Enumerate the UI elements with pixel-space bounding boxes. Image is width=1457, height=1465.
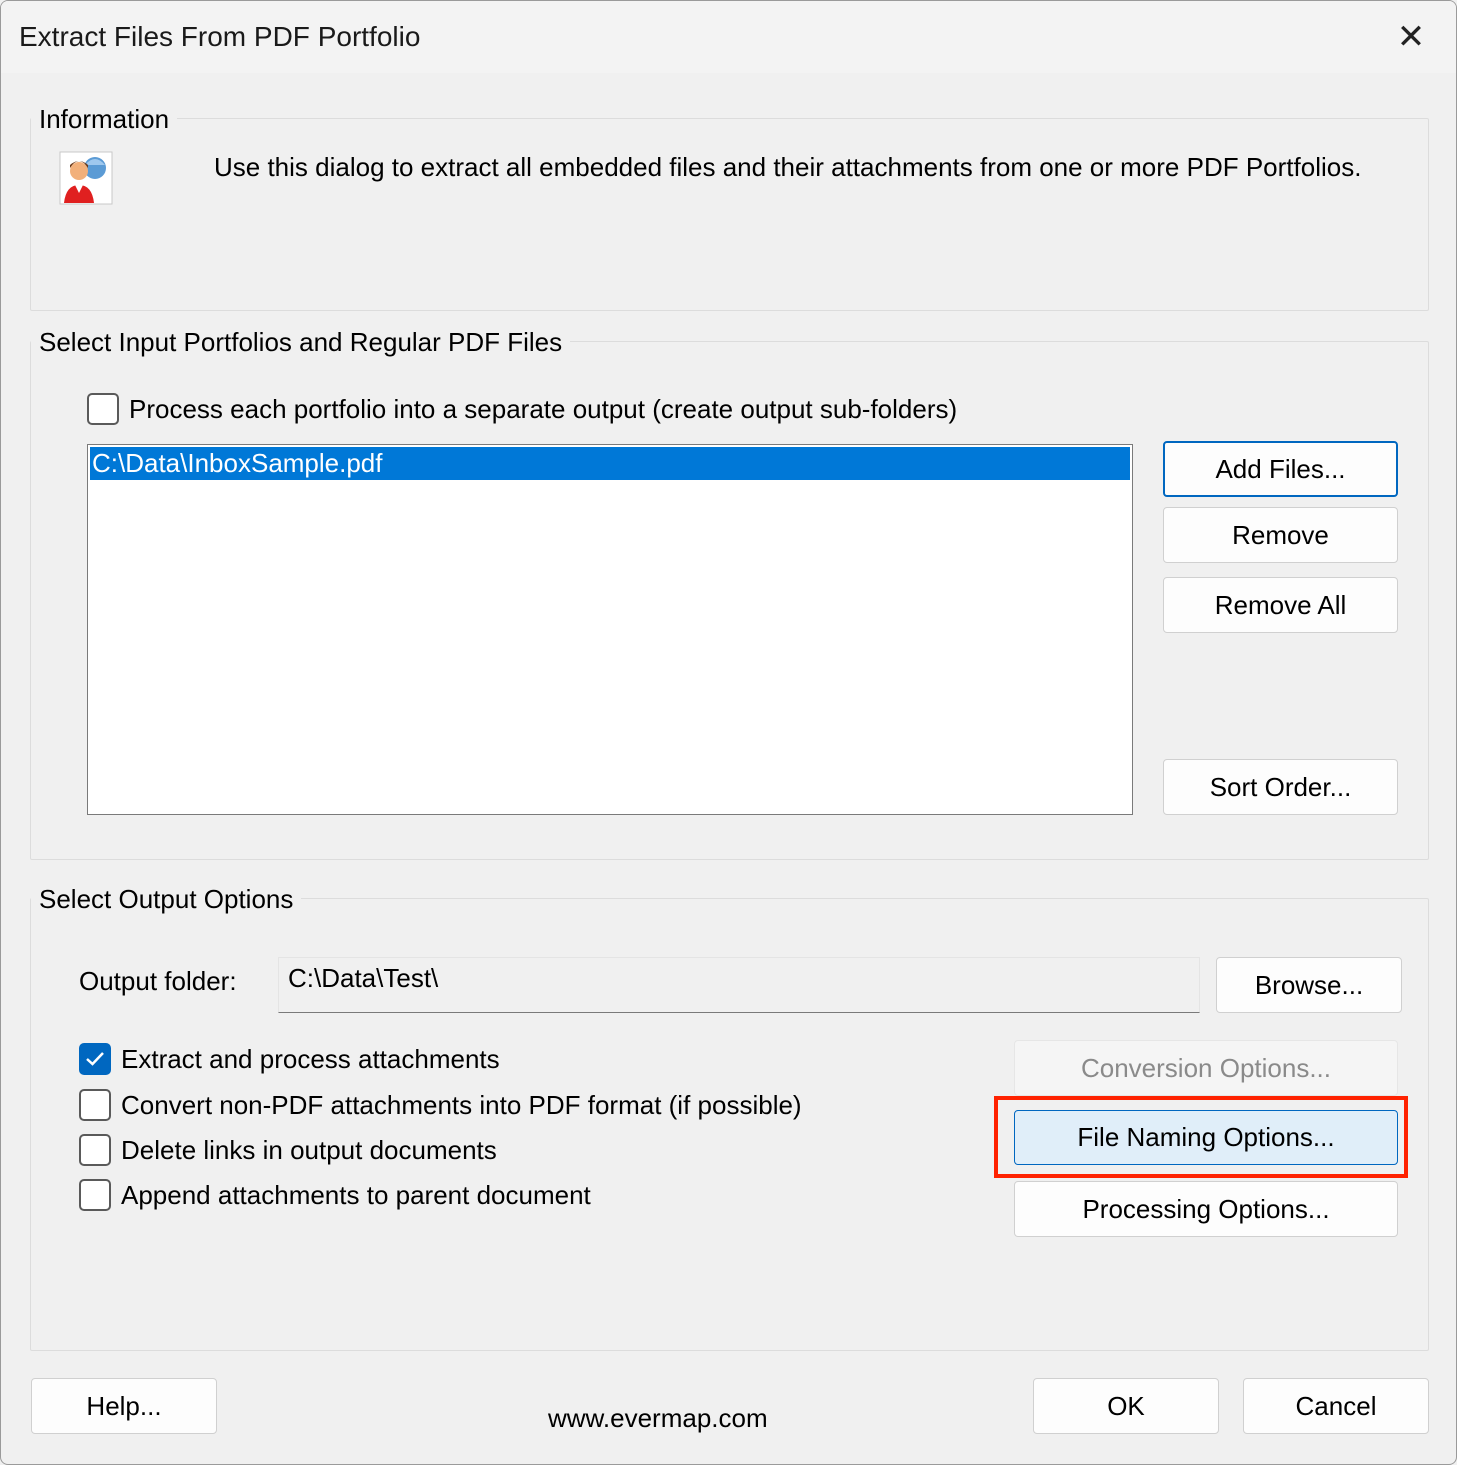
close-icon: ✕ (1396, 18, 1426, 56)
convert-non-pdf-checkbox[interactable]: Convert non-PDF attachments into PDF for… (79, 1089, 802, 1121)
input-files-list[interactable]: C:\Data\InboxSample.pdf (87, 444, 1133, 815)
extract-files-dialog: Extract Files From PDF Portfolio ✕ Infor… (0, 0, 1457, 1465)
separate-output-checkbox-box[interactable] (87, 393, 119, 425)
highlight-rectangle (994, 1096, 1408, 1178)
title-bar: Extract Files From PDF Portfolio ✕ (1, 1, 1456, 73)
remove-button[interactable]: Remove (1163, 507, 1398, 563)
ok-button[interactable]: OK (1033, 1378, 1219, 1434)
add-files-button[interactable]: Add Files... (1163, 441, 1398, 497)
output-group-label: Select Output Options (31, 884, 302, 915)
cancel-button[interactable]: Cancel (1243, 1378, 1429, 1434)
conversion-options-button[interactable]: Conversion Options... (1014, 1040, 1398, 1096)
append-attachments-checkbox-box[interactable] (79, 1179, 111, 1211)
information-group (30, 118, 1429, 311)
information-text: Use this dialog to extract all embedded … (214, 152, 1362, 182)
remove-all-button[interactable]: Remove All (1163, 577, 1398, 633)
checkmark-icon (86, 1052, 104, 1066)
sort-order-button[interactable]: Sort Order... (1163, 759, 1398, 815)
people-icon (59, 151, 113, 205)
append-attachments-checkbox[interactable]: Append attachments to parent document (79, 1179, 591, 1211)
convert-non-pdf-label: Convert non-PDF attachments into PDF for… (121, 1089, 802, 1120)
delete-links-checkbox-box[interactable] (79, 1134, 111, 1166)
separate-output-checkbox[interactable]: Process each portfolio into a separate o… (87, 393, 957, 425)
evermap-link[interactable]: www.evermap.com (548, 1403, 768, 1434)
delete-links-checkbox[interactable]: Delete links in output documents (79, 1134, 497, 1166)
input-group-label: Select Input Portfolios and Regular PDF … (31, 327, 571, 358)
information-group-label: Information (31, 104, 178, 135)
extract-attachments-checkbox-box[interactable] (79, 1043, 111, 1075)
extract-attachments-checkbox[interactable]: Extract and process attachments (79, 1043, 500, 1075)
extract-attachments-label: Extract and process attachments (121, 1043, 500, 1074)
close-button[interactable]: ✕ (1366, 1, 1456, 73)
browse-button[interactable]: Browse... (1216, 957, 1402, 1013)
dialog-title: Extract Files From PDF Portfolio (19, 21, 421, 52)
convert-non-pdf-checkbox-box[interactable] (79, 1089, 111, 1121)
processing-options-button[interactable]: Processing Options... (1014, 1181, 1398, 1237)
append-attachments-label: Append attachments to parent document (121, 1179, 591, 1210)
help-button[interactable]: Help... (31, 1378, 217, 1434)
delete-links-label: Delete links in output documents (121, 1134, 497, 1165)
list-item[interactable]: C:\Data\InboxSample.pdf (90, 447, 1130, 480)
output-folder-label: Output folder: (79, 966, 237, 996)
output-folder-field[interactable]: C:\Data\Test\ (278, 957, 1200, 1013)
separate-output-checkbox-label: Process each portfolio into a separate o… (129, 393, 958, 424)
